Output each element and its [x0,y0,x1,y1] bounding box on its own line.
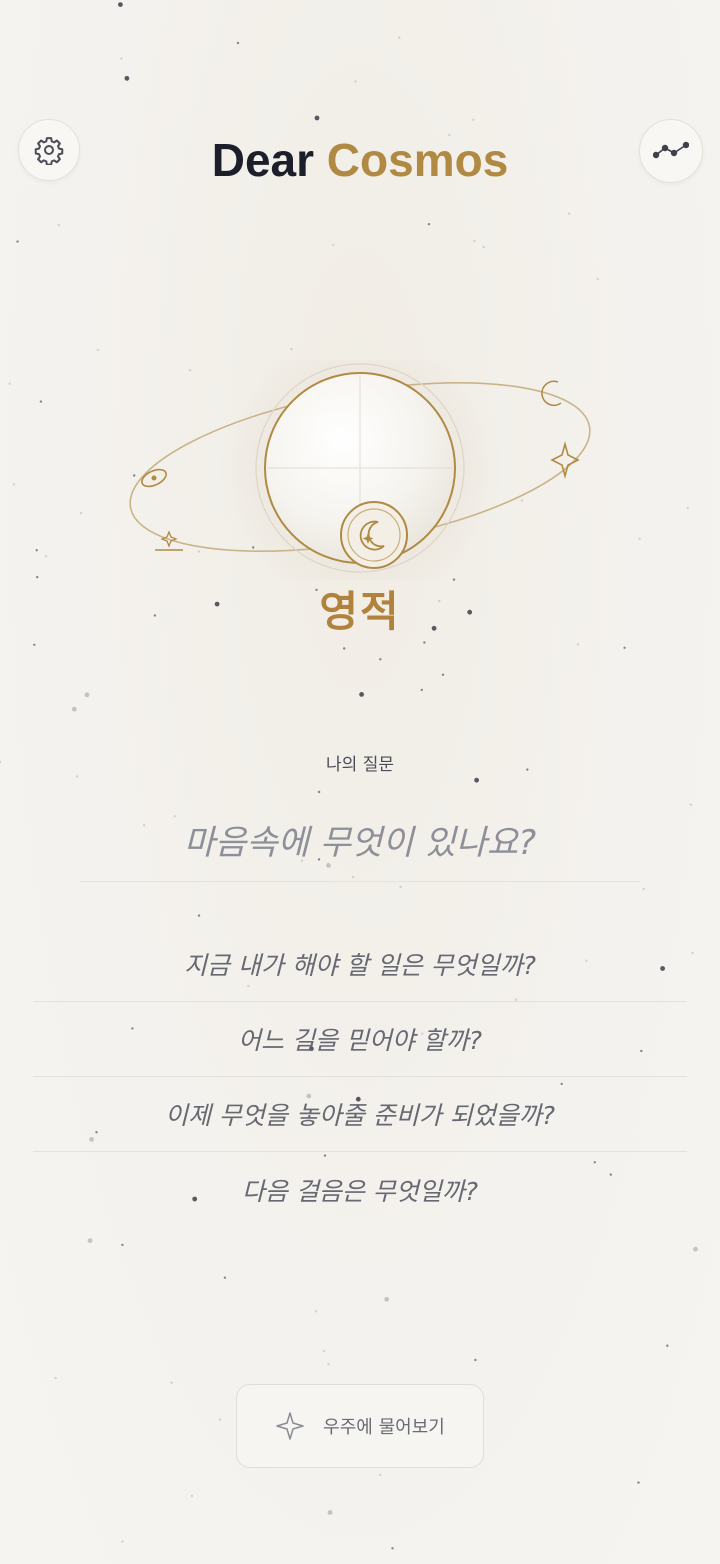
star-dot [124,75,130,81]
star-dot [121,1243,124,1247]
star-dot [314,1310,318,1313]
suggestion-item[interactable]: 어느 길을 믿어야 할까? [33,1002,687,1077]
cosmic-orb-illustration [129,360,591,580]
star-dot [79,512,83,515]
star-dot [482,245,485,249]
star-dot [420,688,423,692]
star-dot [391,1547,394,1550]
star-dot [87,1238,93,1243]
star-dot [322,1350,326,1353]
star-dot [666,1344,669,1347]
star-dot [327,1363,330,1366]
star-dot [236,41,240,45]
star-dot [35,549,38,552]
star-dot [359,692,364,697]
star-dot [638,537,641,540]
app-title: Dear Cosmos [0,133,720,187]
star-dot [423,641,426,644]
star-dot [223,1276,227,1279]
star-dot [343,647,346,650]
star-dot [54,1376,57,1380]
star-dot [44,555,48,558]
ask-universe-button[interactable]: 우주에 물어보기 [236,1384,484,1468]
question-label: 나의 질문 [326,755,394,775]
starfield-background [0,2,698,1550]
stats-button[interactable] [639,119,703,183]
star-dot [84,692,90,698]
star-dot [568,212,571,215]
star-dot [354,80,357,83]
star-dot [314,115,320,121]
star-dot [384,1296,390,1302]
star-dot [689,803,692,806]
star-dot [327,1510,333,1515]
star-dot [75,775,79,778]
star-dot [596,277,599,281]
star-dot [57,223,60,227]
star-dot [8,382,11,385]
suggestion-list: 지금 내가 해야 할 일은 무엇일까? 어느 길을 믿어야 할까? 이제 무엇을… [33,927,687,1227]
star-dot [399,885,402,889]
question-input[interactable] [80,805,640,882]
star-dot [197,914,201,917]
star-dot [691,951,694,954]
star-dot [170,1381,173,1385]
suggestion-item[interactable]: 지금 내가 해야 할 일은 무엇일까? [33,927,687,1002]
star-dot [637,1481,640,1484]
star-dot [623,646,626,649]
star-dot [12,483,16,486]
star-dot [379,1473,382,1477]
star-dot [16,240,19,243]
star-dot [398,36,401,39]
star-dot [290,347,293,351]
star-dot [441,673,445,676]
star-dot [71,706,77,712]
star-dot [472,118,475,122]
star-dot [379,658,382,661]
star-dot [39,400,43,403]
sparkle-icon [276,1412,304,1440]
suggestion-item[interactable]: 이제 무엇을 놓아줄 준비가 되었을까? [33,1077,687,1152]
star-dot [642,887,645,891]
star-dot [474,1358,477,1362]
star-dot [693,1246,698,1252]
star-dot [218,1418,222,1421]
line-chart-icon [653,141,689,159]
app-title-cosmos: Cosmos [326,134,509,186]
star-dot [118,2,123,7]
app-title-dear: Dear [211,134,315,186]
result-label: 영적 [319,587,401,636]
star-dot [576,643,580,646]
star-dot [474,777,479,783]
star-dot [121,1540,124,1543]
star-dot [120,57,123,60]
star-dot [190,1494,194,1498]
star-dot [473,239,476,243]
ask-universe-label: 우주에 물어보기 [323,1417,445,1438]
star-dot [686,507,689,510]
star-dot [427,223,431,226]
suggestion-item[interactable]: 다음 걸음은 무엇일까? [33,1152,687,1227]
star-dot [96,348,100,352]
star-dot [33,643,36,646]
star-dot [317,790,321,794]
star-dot [332,243,335,247]
